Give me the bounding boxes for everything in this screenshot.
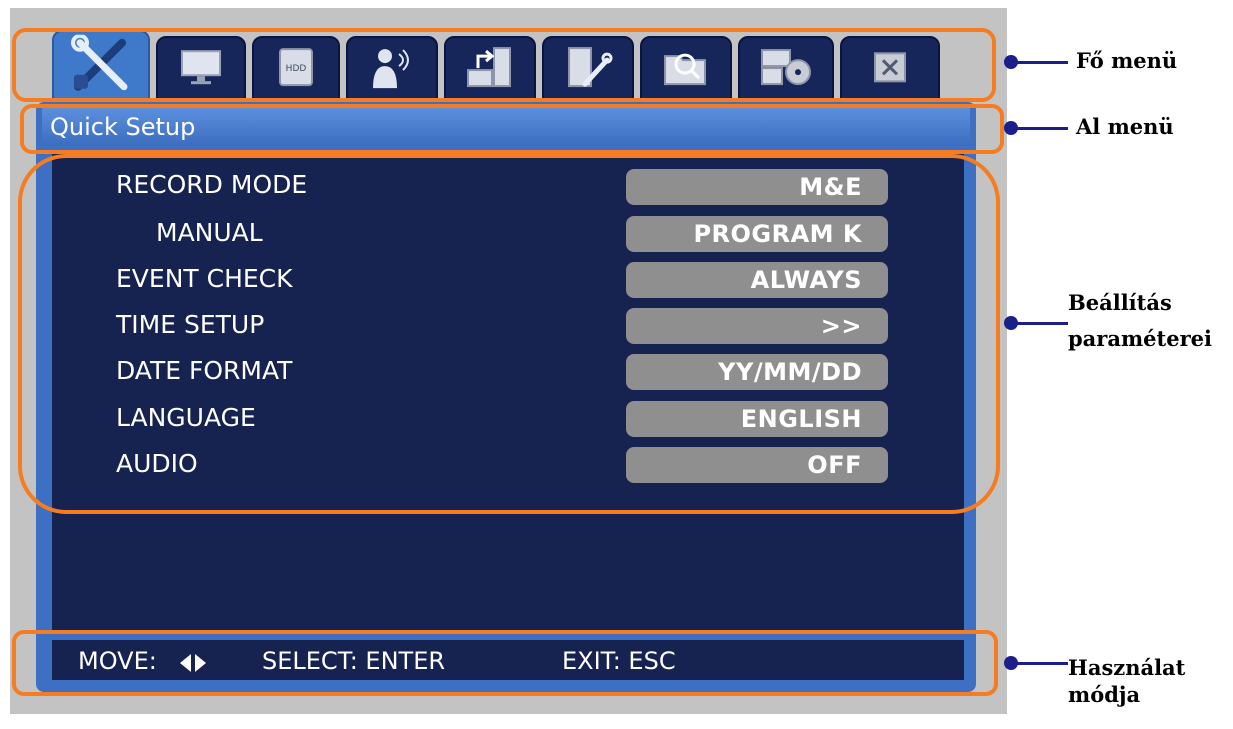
leader-line-parameters [1016, 322, 1068, 325]
leader-line-usage [1016, 662, 1068, 665]
annotation-usage-line2: módja [1068, 682, 1141, 707]
annotation-usage-line1: Használat [1068, 655, 1186, 680]
submenu-highlight [20, 104, 1004, 154]
annotation-submenu: Al menü [1076, 114, 1174, 139]
leader-line-main-menu [1016, 61, 1068, 64]
annotation-main-menu: Fő menü [1076, 48, 1178, 73]
parameters-highlight [18, 154, 1000, 514]
usage-highlight [12, 630, 998, 696]
annotation-parameters-line1: Beállítás [1068, 290, 1172, 315]
annotation-parameters-line2: paraméterei [1068, 326, 1213, 351]
leader-line-submenu [1016, 127, 1068, 130]
main-menu-highlight [12, 28, 996, 102]
